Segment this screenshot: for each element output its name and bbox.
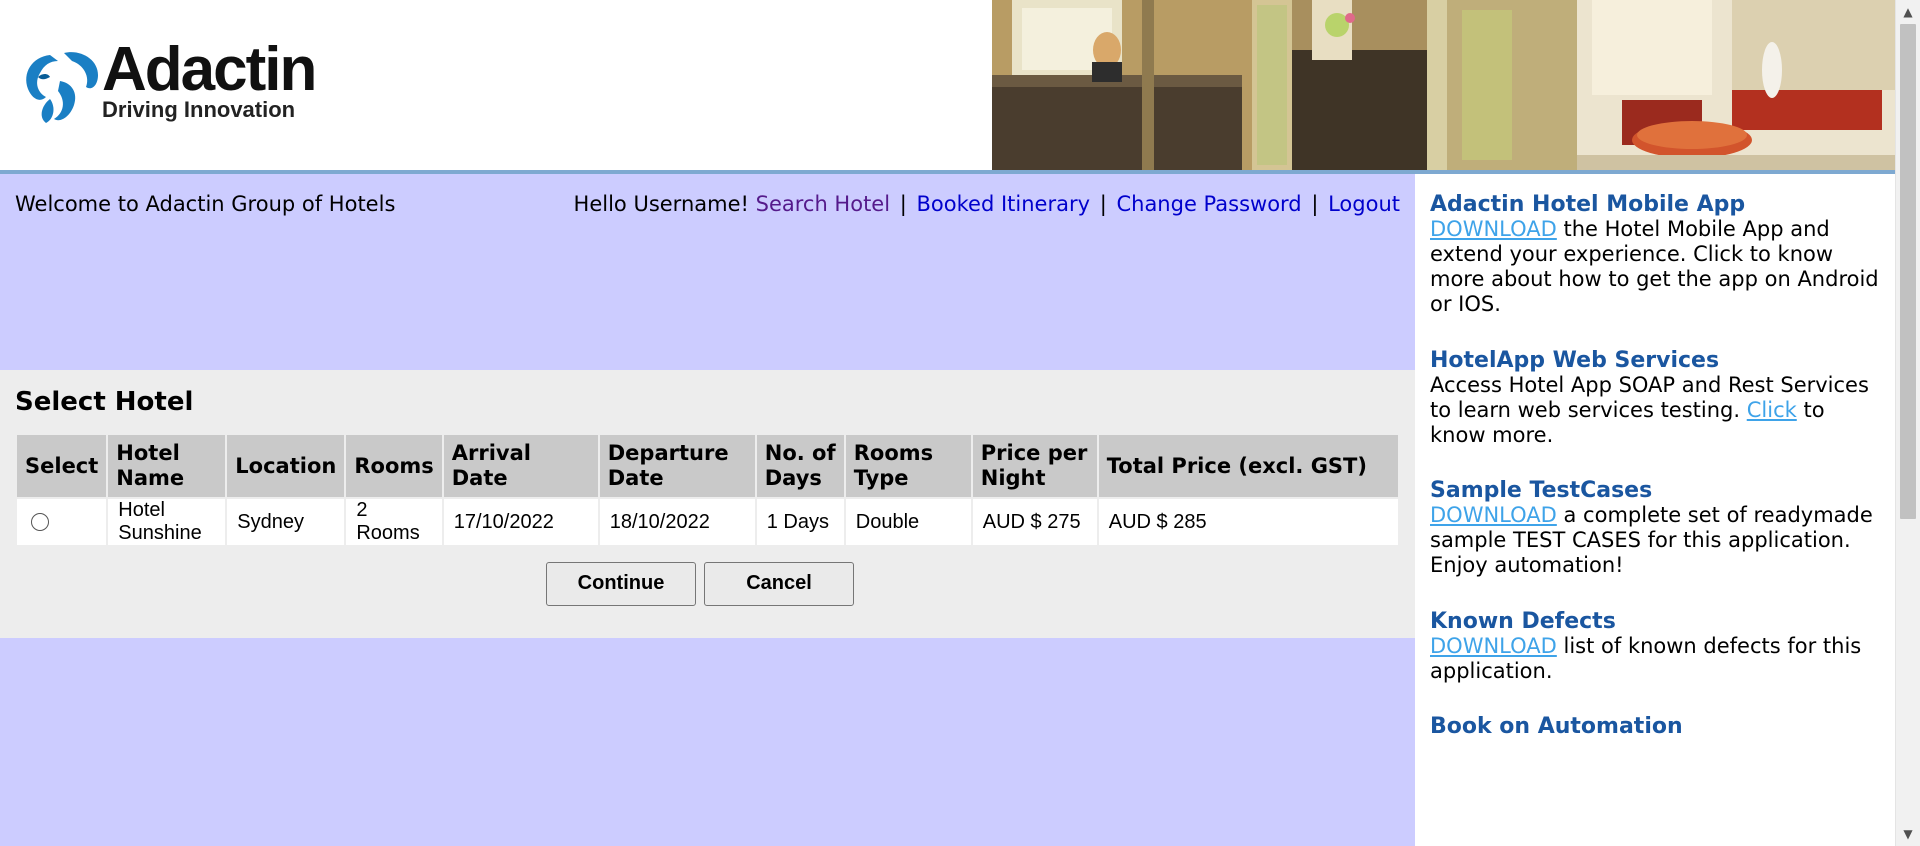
nav-separator: | <box>899 192 907 216</box>
info-sidebar: Adactin Hotel Mobile App DOWNLOAD the Ho… <box>1415 174 1895 846</box>
column-header-arrival-date: Arrival Date <box>441 433 600 499</box>
sample-testcases-title: Sample TestCases <box>1430 478 1653 503</box>
arrival-date-cell: 17/10/2022 <box>441 497 600 547</box>
no-of-days-cell: 1 Days <box>754 497 846 547</box>
search-hotel-link[interactable]: Search Hotel <box>756 192 890 216</box>
mobile-app-block: Adactin Hotel Mobile App DOWNLOAD the Ho… <box>1430 192 1885 317</box>
scrollbar-thumb[interactable] <box>1900 24 1916 519</box>
mobile-app-title: Adactin Hotel Mobile App <box>1430 192 1746 217</box>
known-defects-block: Known Defects DOWNLOAD list of known def… <box>1430 609 1885 684</box>
logo-name: Adactin <box>102 35 317 104</box>
column-header-total-price: Total Price (excl. GST) <box>1096 433 1401 499</box>
price-per-night-cell: AUD $ 275 <box>970 497 1099 547</box>
site-header: Adactin Driving Innovation <box>0 0 1895 170</box>
cancel-button[interactable]: Cancel <box>704 562 854 606</box>
select-hotel-panel: Select Hotel Select Hotel Name Location … <box>0 370 1415 638</box>
scroll-down-arrow-icon[interactable]: ▼ <box>1896 824 1920 844</box>
rooms-type-cell: Double <box>843 497 973 547</box>
column-header-no-of-days: No. of Days <box>754 433 846 499</box>
column-header-hotel-name: Hotel Name <box>106 433 228 499</box>
web-services-block: HotelApp Web Services Access Hotel App S… <box>1430 348 1885 448</box>
nav-separator: | <box>1099 192 1107 216</box>
column-header-select: Select <box>14 433 109 499</box>
table-row: Hotel Sunshine Sydney 2 Rooms 17/10/2022… <box>14 497 1401 547</box>
rooms-cell: 2 Rooms <box>344 497 444 547</box>
departure-date-cell: 18/10/2022 <box>597 497 757 547</box>
lobby-photo-image <box>992 0 1895 170</box>
change-password-link[interactable]: Change Password <box>1116 192 1301 216</box>
automation-book-block: Book on Automation <box>1430 714 1885 739</box>
defects-download-link[interactable]: DOWNLOAD <box>1430 634 1557 658</box>
page-title: Select Hotel <box>15 387 194 417</box>
welcome-text: Welcome to Adactin Group of Hotels <box>15 192 396 216</box>
logo-tagline: Driving Innovation <box>102 97 296 122</box>
nav-separator: | <box>1311 192 1319 216</box>
mobile-app-download-link[interactable]: DOWNLOAD <box>1430 217 1557 241</box>
booked-itinerary-link[interactable]: Booked Itinerary <box>917 192 1091 216</box>
logo-swirl-icon <box>26 52 98 123</box>
greeting-text: Hello Username! <box>573 192 749 216</box>
main-content: Welcome to Adactin Group of Hotels Hello… <box>0 174 1415 846</box>
hotel-lobby-banner <box>992 0 1895 170</box>
table-header-row: Select Hotel Name Location Rooms Arrival… <box>14 433 1401 499</box>
testcases-download-link[interactable]: DOWNLOAD <box>1430 503 1557 527</box>
location-cell: Sydney <box>225 497 347 547</box>
hotel-results-table: Select Hotel Name Location Rooms Arrival… <box>14 433 1401 547</box>
web-services-title: HotelApp Web Services <box>1430 348 1720 373</box>
total-price-cell: AUD $ 285 <box>1096 497 1401 547</box>
column-header-location: Location <box>225 433 347 499</box>
hotel-name-cell: Hotel Sunshine <box>106 497 228 547</box>
column-header-departure-date: Departure Date <box>597 433 757 499</box>
continue-button[interactable]: Continue <box>546 562 696 606</box>
column-header-rooms-type: Rooms Type <box>843 433 973 499</box>
adactin-logo[interactable]: Adactin Driving Innovation <box>20 39 350 125</box>
scroll-up-arrow-icon[interactable]: ▲ <box>1896 2 1920 22</box>
column-header-price-per-night: Price per Night <box>970 433 1099 499</box>
column-header-rooms: Rooms <box>344 433 444 499</box>
logout-link[interactable]: Logout <box>1328 192 1400 216</box>
top-navigation: Hello Username! Search Hotel | Booked It… <box>574 192 1400 216</box>
known-defects-title: Known Defects <box>1430 609 1616 634</box>
select-hotel-radio[interactable] <box>31 513 49 532</box>
sample-testcases-block: Sample TestCases DOWNLOAD a complete set… <box>1430 478 1885 578</box>
select-cell <box>14 497 109 547</box>
book-on-automation-title[interactable]: Book on Automation <box>1430 714 1885 739</box>
page-scrollbar[interactable]: ▲ ▼ <box>1895 0 1920 846</box>
web-services-click-link[interactable]: Click <box>1747 398 1797 422</box>
